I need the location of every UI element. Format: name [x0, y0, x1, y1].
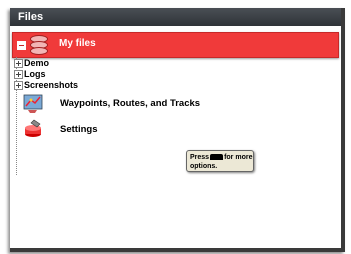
item-label: Settings	[60, 124, 98, 135]
tooltip-suffix: for more	[224, 154, 253, 161]
folder-label: Demo	[24, 58, 50, 68]
expand-icon[interactable]	[14, 70, 23, 80]
hint-tooltip: Press for more options.	[186, 150, 254, 172]
collapse-icon[interactable]	[17, 41, 26, 50]
tree-root-label: My files	[59, 38, 96, 49]
menu-key-icon	[210, 154, 224, 161]
file-tree: My files Demo Logs Screenshots Waypoints…	[10, 26, 341, 248]
window-title: Files	[10, 8, 341, 26]
database-icon	[29, 35, 48, 55]
folder-label: Logs	[24, 69, 46, 79]
folder-label: Screenshots	[24, 80, 79, 90]
expand-icon[interactable]	[14, 81, 23, 91]
tree-root-my-files[interactable]: My files	[12, 32, 339, 58]
folder-screenshots[interactable]: Screenshots	[14, 80, 78, 92]
expand-icon[interactable]	[14, 59, 23, 69]
waypoints-icon	[23, 94, 43, 113]
item-label: Waypoints, Routes, and Tracks	[60, 98, 201, 109]
settings-icon	[25, 119, 41, 137]
files-window: Files My files Demo Logs Screenshots Way…	[10, 8, 345, 252]
tooltip-line-1: Press for more	[190, 153, 253, 162]
tooltip-prefix: Press	[190, 154, 210, 161]
tooltip-line-2: options.	[190, 163, 218, 170]
